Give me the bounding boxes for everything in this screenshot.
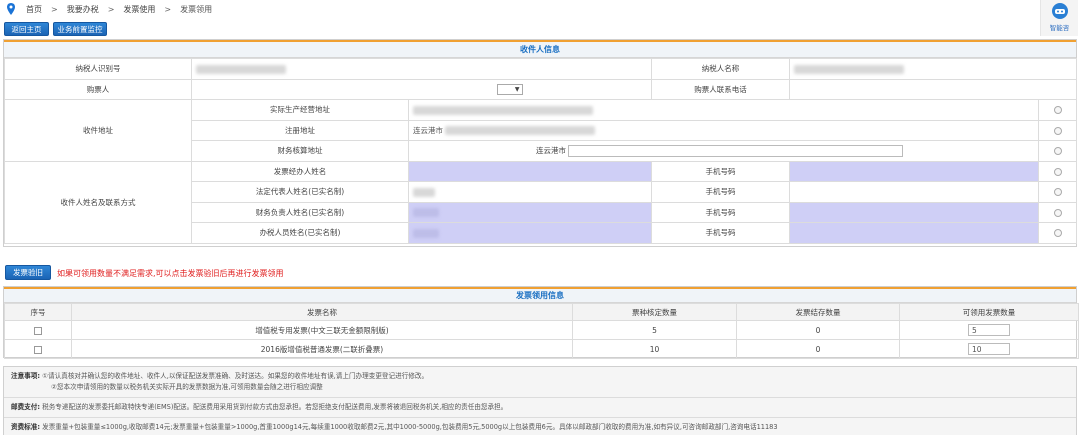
warning-message: 如果可领用数量不满足需求,可以点击发票验旧后再进行发票领用 <box>57 269 284 278</box>
contact-handler-radio[interactable] <box>1053 167 1062 176</box>
address-registered-value: 连云港市 <box>408 119 1039 141</box>
contact-legal-phone-label: 手机号码 <box>651 181 790 203</box>
breadcrumb-current: 发票领用 <box>180 4 213 14</box>
table-row: 2016版增值税普通发票(二联折叠票) 10 0 10 <box>4 339 1079 359</box>
contact-tax-phone-label: 手机号码 <box>651 222 790 244</box>
breadcrumb-invoice-use[interactable]: 发票使用 <box>123 4 155 15</box>
invoice-approved: 5 <box>572 320 737 340</box>
address-finance-radio[interactable] <box>1053 147 1062 156</box>
invoice-verify-button[interactable]: 发票验旧 <box>5 265 51 280</box>
col-index: 序号 <box>4 303 72 321</box>
col-available: 可领用发票数量 <box>899 303 1079 321</box>
table-row: 增值税专用发票(中文三联无金额限制版) 5 0 5 <box>4 320 1079 340</box>
contact-tax-radio[interactable] <box>1053 229 1062 238</box>
assistant-label: 智能咨 <box>1049 24 1070 32</box>
available-quantity-input[interactable]: 10 <box>968 343 1010 355</box>
breadcrumb-separator: > <box>107 4 115 14</box>
taxpayer-name-value <box>789 58 1077 80</box>
address-label: 收件地址 <box>4 99 192 162</box>
caution-note: 注意事项: ①请认真核对并确认您的收件地址、收件人,以保证配送发票准确、及时送达… <box>4 367 1076 398</box>
taxpayer-id-value <box>191 58 652 80</box>
fee-label: 资费标准: <box>11 423 41 431</box>
address-option-registered: 注册地址 <box>191 119 409 141</box>
buyer-select[interactable]: ▼ <box>496 83 523 95</box>
caution-label: 注意事项: <box>11 372 41 380</box>
contact-legal-phone <box>789 181 1039 203</box>
contact-tax-phone <box>789 222 1039 244</box>
smart-assistant-button[interactable]: 智能咨 <box>1040 0 1078 36</box>
contact-legal-name <box>408 181 652 203</box>
contact-finance-name <box>408 201 652 223</box>
fee-text: 发票重量+包装重量≤1000g,收取邮费14元;发票重量+包装重量>1000g,… <box>42 423 778 431</box>
available-quantity-input[interactable]: 5 <box>968 324 1010 336</box>
contact-tax-label: 办税人员姓名(已实名制) <box>191 222 409 244</box>
buyer-phone-value <box>789 78 1077 100</box>
back-home-button[interactable]: 返回主页 <box>4 22 49 36</box>
contact-finance-phone <box>789 201 1039 223</box>
assistant-robot-icon <box>1051 3 1068 19</box>
postage-note: 邮费支付: 税务专递配送的发票委托邮政特快专递(EMS)配送。配送费用采用货到付… <box>4 398 1076 418</box>
postage-label: 邮费支付: <box>11 403 41 411</box>
taxpayer-id-label: 纳税人识别号 <box>4 58 192 80</box>
caution-text-2: ②您本次申请领用的数量以税务机关实际开具的发票数据为准,可领用数量会随之进行相应… <box>51 383 323 391</box>
contact-handler-label: 发票经办人姓名 <box>191 160 409 182</box>
contact-tax-name <box>408 222 652 244</box>
notes-panel: 注意事项: ①请认真核对并确认您的收件地址、收件人,以保证配送发票准确、及时送达… <box>3 366 1077 435</box>
contact-legal-radio[interactable] <box>1053 188 1062 197</box>
contact-handler-phone-label: 手机号码 <box>651 160 790 182</box>
breadcrumb-home[interactable]: 首页 <box>26 4 42 15</box>
finance-address-input[interactable] <box>568 144 904 157</box>
taxpayer-name-label: 纳税人名称 <box>651 58 790 80</box>
recipient-table: 纳税人识别号 纳税人名称 购票人 ▼ 购票人联系电话 收件地址 实际生产经营地址… <box>4 58 1077 244</box>
invoice-stock: 0 <box>736 339 900 359</box>
col-approved: 票种核定数量 <box>572 303 737 321</box>
address-actual-value <box>408 99 1039 121</box>
address-actual-radio[interactable] <box>1053 106 1062 115</box>
finance-city: 连云港市 <box>536 145 566 155</box>
invoice-name: 2016版增值税普通发票(二联折叠票) <box>71 339 573 359</box>
contact-legal-label: 法定代表人姓名(已实名制) <box>191 181 409 203</box>
contact-finance-phone-label: 手机号码 <box>651 201 790 223</box>
breadcrumb-tax[interactable]: 我要办税 <box>67 4 99 15</box>
row-checkbox[interactable] <box>34 326 42 335</box>
buyer-phone-label: 购票人联系电话 <box>651 78 790 100</box>
contact-finance-label: 财务负责人姓名(已实名制) <box>191 201 409 223</box>
caution-text-1: ①请认真核对并确认您的收件地址、收件人,以保证配送发票准确、及时送达。如果您的收… <box>42 372 429 380</box>
address-registered-radio[interactable] <box>1053 126 1062 135</box>
location-pin-icon <box>7 3 15 15</box>
breadcrumb-separator: > <box>51 4 58 14</box>
col-stock: 发票结存数量 <box>736 303 900 321</box>
fee-note: 资费标准: 发票重量+包装重量≤1000g,收取邮费14元;发票重量+包装重量>… <box>4 418 1076 435</box>
invoice-name: 增值税专用发票(中文三联无金额限制版) <box>71 320 573 340</box>
invoice-panel: 发票领用信息 序号 发票名称 票种核定数量 发票结存数量 可领用发票数量 增值税… <box>3 286 1079 359</box>
address-option-actual: 实际生产经营地址 <box>191 99 409 121</box>
col-name: 发票名称 <box>71 303 573 321</box>
postage-text: 税务专递配送的发票委托邮政特快专递(EMS)配送。配送费用采用货到付款方式由您承… <box>42 403 508 411</box>
contact-handler-name[interactable] <box>408 160 652 182</box>
recipient-panel: 收件人信息 纳税人识别号 纳税人名称 购票人 ▼ 购票人联系电话 收件地址 实际… <box>3 39 1077 247</box>
contact-finance-radio[interactable] <box>1053 208 1062 217</box>
breadcrumb: 首页 > 我要办税 > 发票使用 > 发票领用 <box>0 0 1040 18</box>
breadcrumb-separator: > <box>164 4 172 14</box>
address-option-finance: 财务核算地址 <box>191 140 409 162</box>
invoice-approved: 10 <box>572 339 737 359</box>
buyer-label: 购票人 <box>4 78 192 100</box>
contact-label: 收件人姓名及联系方式 <box>4 160 192 244</box>
recipient-panel-title: 收件人信息 <box>4 40 1076 58</box>
monitor-button[interactable]: 业务前置监控 <box>53 22 107 36</box>
registered-city: 连云港市 <box>413 125 443 135</box>
row-checkbox[interactable] <box>34 345 42 354</box>
contact-handler-phone[interactable] <box>789 160 1039 182</box>
invoice-stock: 0 <box>736 320 900 340</box>
invoice-table: 序号 发票名称 票种核定数量 发票结存数量 可领用发票数量 增值税专用发票(中文… <box>4 303 1079 359</box>
invoice-panel-title: 发票领用信息 <box>4 287 1076 303</box>
